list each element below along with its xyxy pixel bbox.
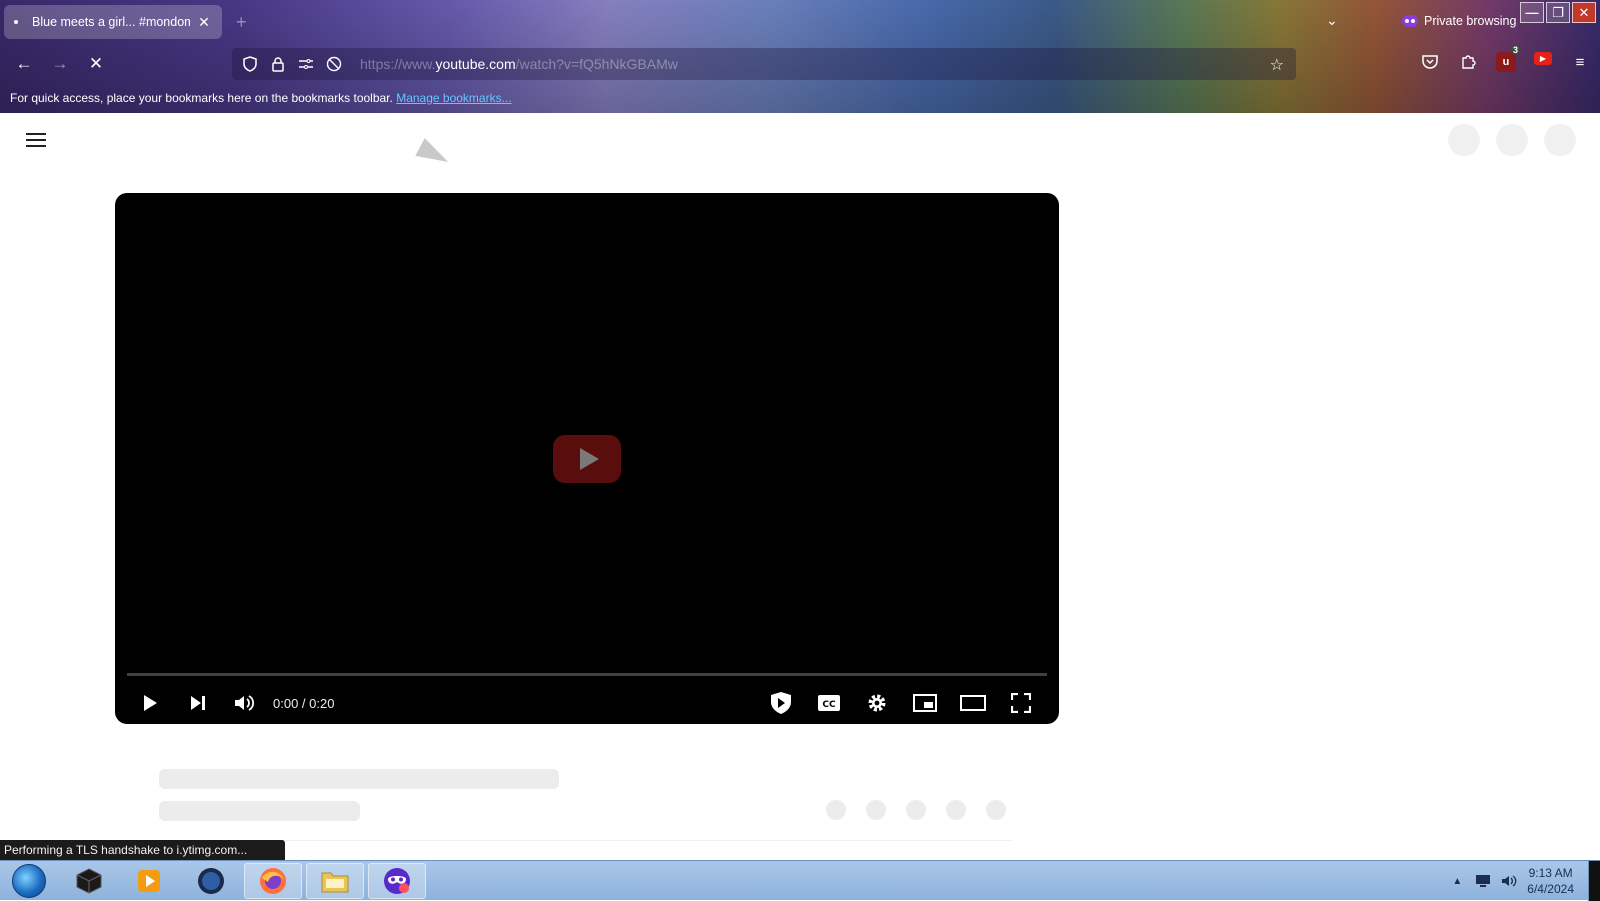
settings-gear-icon[interactable] — [864, 690, 890, 716]
content-divider — [159, 840, 1012, 841]
taskbar-app-firefox[interactable] — [244, 863, 302, 899]
header-placeholder-buttons — [1448, 124, 1576, 156]
clock-time: 9:13 AM — [1528, 866, 1573, 880]
status-bar: Performing a TLS handshake to i.ytimg.co… — [0, 840, 285, 860]
taskbar-clock[interactable]: 9:13 AM 6/4/2024 — [1527, 865, 1574, 897]
volume-icon[interactable] — [231, 690, 257, 716]
bookmarks-toolbar: For quick access, place your bookmarks h… — [10, 91, 512, 105]
ublock-badge: 3 — [1509, 45, 1521, 55]
tab-close-icon[interactable]: ✕ — [196, 14, 212, 31]
url-path: /watch?v=fQ5hNkGBAMw — [515, 56, 678, 72]
manage-bookmarks-link[interactable]: Manage bookmarks... — [396, 91, 511, 105]
autoplay-blocked-icon[interactable] — [326, 56, 342, 72]
restore-button[interactable]: ❐ — [1546, 2, 1570, 23]
action-skeleton-circle — [906, 800, 926, 820]
bookmarks-hint: For quick access, place your bookmarks h… — [10, 91, 393, 105]
play-icon[interactable] — [137, 690, 163, 716]
header-placeholder-circle — [1544, 124, 1576, 156]
action-skeleton-circle — [826, 800, 846, 820]
url-domain: youtube.com — [435, 56, 516, 72]
player-controls: 0:00 / 0:20 CC — [115, 681, 1059, 724]
tracking-shield-icon[interactable] — [242, 56, 258, 72]
fullscreen-icon[interactable] — [1008, 690, 1034, 716]
video-player[interactable]: 0:00 / 0:20 CC — [115, 193, 1059, 724]
miniplayer-icon[interactable] — [912, 690, 938, 716]
private-browsing-indicator: Private browsing — [1402, 14, 1516, 28]
permissions-icon[interactable] — [298, 56, 314, 72]
cube-app-icon — [76, 868, 102, 894]
video-progress-bar[interactable] — [127, 673, 1047, 676]
start-button[interactable] — [0, 863, 58, 899]
back-button[interactable]: ← — [12, 52, 36, 76]
show-desktop-button[interactable] — [1588, 861, 1600, 901]
window-close-button[interactable]: ✕ — [1572, 2, 1596, 23]
channel-skeleton — [159, 801, 360, 821]
title-skeleton — [159, 769, 559, 789]
navigation-toolbar: ← → ✕ https://www.youtube.com/watch?v=fQ… — [0, 44, 1600, 84]
firefox-icon — [260, 868, 286, 894]
private-browsing-mask-icon — [384, 868, 410, 894]
app-menu-icon[interactable]: ≡ — [1570, 52, 1590, 72]
taskbar-app-terminal[interactable] — [60, 863, 118, 899]
action-skeleton-circle — [866, 800, 886, 820]
clock-date: 6/4/2024 — [1527, 882, 1574, 896]
pocket-icon[interactable] — [1420, 52, 1440, 72]
folder-icon — [321, 872, 349, 893]
windows-orb-icon — [12, 864, 46, 898]
system-tray: ▲ 9:13 AM 6/4/2024 — [1449, 861, 1600, 901]
action-skeletons — [826, 800, 1006, 820]
svg-text:CC: CC — [822, 700, 836, 710]
theater-mode-icon[interactable] — [960, 690, 986, 716]
media-player-icon — [138, 870, 160, 892]
new-tab-button[interactable]: + — [236, 12, 247, 33]
youtube-extension-icon[interactable]: ▶ — [1534, 52, 1552, 65]
taskbar-app-globe[interactable] — [182, 863, 240, 899]
action-skeleton-circle — [946, 800, 966, 820]
bookmark-star-icon[interactable]: ☆ — [1270, 55, 1284, 75]
browser-tab[interactable]: Blue meets a girl... #mondome ✕ — [4, 5, 222, 39]
taskbar-app-media-player[interactable] — [120, 863, 178, 899]
next-icon[interactable] — [185, 690, 211, 716]
action-skeleton-circle — [986, 800, 1006, 820]
lock-icon[interactable] — [270, 56, 286, 72]
minimize-button[interactable]: — — [1520, 2, 1544, 23]
network-icon[interactable] — [1475, 873, 1491, 889]
forward-button[interactable]: → — [48, 52, 72, 76]
url-prefix: https://www. — [360, 56, 436, 72]
ublock-origin-icon[interactable]: u3 — [1496, 45, 1521, 72]
address-bar[interactable]: https://www.youtube.com/watch?v=fQ5hNkGB… — [232, 48, 1296, 80]
taskbar-app-explorer[interactable] — [306, 863, 364, 899]
captions-icon[interactable]: CC — [816, 690, 842, 716]
private-mask-icon — [1402, 15, 1418, 27]
header-placeholder-circle — [1496, 124, 1528, 156]
stop-loading-button[interactable]: ✕ — [84, 52, 108, 76]
window-controls: — ❐ ✕ — [1520, 2, 1596, 23]
url-text: https://www.youtube.com/watch?v=fQ5hNkGB… — [360, 56, 678, 72]
guide-menu-icon[interactable] — [26, 133, 46, 147]
extensions-puzzle-icon[interactable] — [1458, 52, 1478, 72]
tab-list-chevron-icon[interactable]: ⌄ — [1326, 12, 1338, 29]
tab-loading-icon — [14, 20, 18, 24]
globe-icon — [198, 868, 224, 894]
taskbar-app-firefox-private[interactable] — [368, 863, 426, 899]
show-hidden-icons-arrow[interactable]: ▲ — [1449, 873, 1465, 889]
large-play-button[interactable] — [553, 435, 621, 483]
time-display: 0:00 / 0:20 — [273, 696, 335, 711]
private-browsing-label: Private browsing — [1424, 14, 1517, 28]
tab-title: Blue meets a girl... #mondome — [32, 15, 190, 29]
mouse-cursor-icon — [415, 138, 453, 171]
taskbar: ▲ 9:13 AM 6/4/2024 — [0, 860, 1600, 901]
volume-tray-icon[interactable] — [1501, 873, 1517, 889]
sponsorblock-icon[interactable] — [768, 690, 794, 716]
toolbar-extensions: u3 ▶ ≡ — [1420, 45, 1590, 72]
header-placeholder-circle — [1448, 124, 1480, 156]
